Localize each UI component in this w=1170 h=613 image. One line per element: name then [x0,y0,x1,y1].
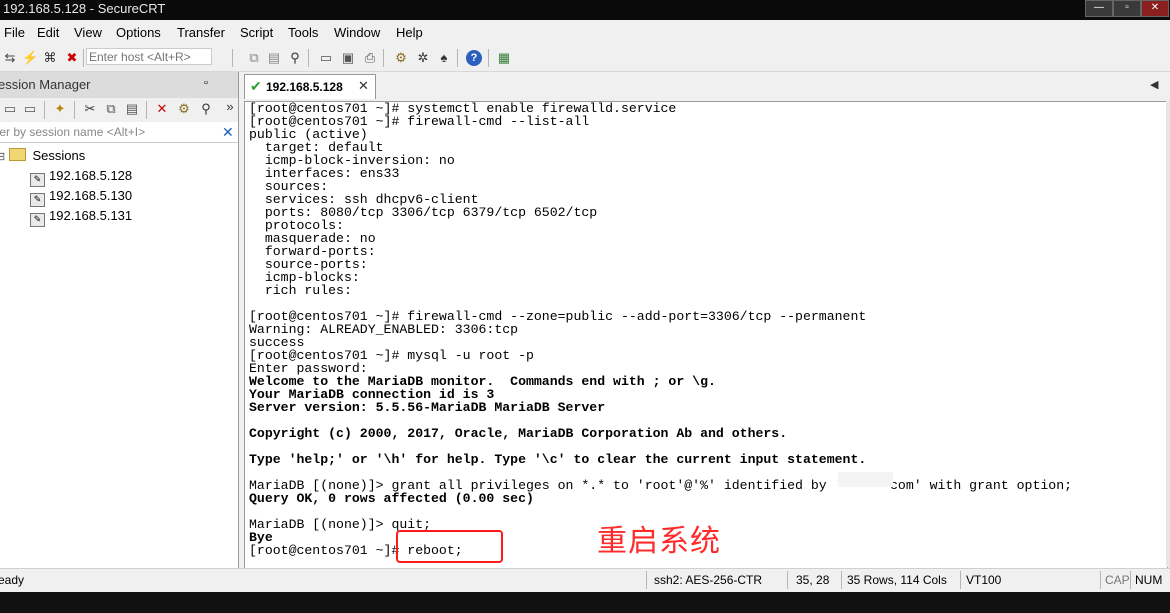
session-manager-header: ession Manager ▫ [0,72,238,99]
window-title: 192.168.5.128 - SecureCRT [3,1,166,16]
maximize-button[interactable]: ▫ [1113,0,1141,17]
terminal-line: Copyright (c) 2000, 2017, Oracle, MariaD… [249,426,788,441]
main-toolbar: ⇆ ⚡ ⌘ ✖ ⧉ ▤ ⚲ ▭ ▣ ⎙ ⚙ ✲ ♠ ? ▦ [0,45,1170,72]
disconnect-icon[interactable]: ✖ [64,50,80,66]
sm-find-icon[interactable]: ⚲ [198,101,214,117]
session-icon: ✎ [30,213,45,227]
terminal-line: Type 'help;' or '\h' for help. Type '\c'… [249,452,867,467]
redacted-password-area [838,472,893,487]
reboot-highlight-box [396,530,503,563]
terminal-line: rich rules: [249,283,352,298]
status-terminal-size: 35 Rows, 114 Cols [847,573,947,587]
sessions-folder-label: Sessions [32,148,86,163]
terminal-line: Server version: 5.5.56-MariaDB MariaDB S… [249,400,606,415]
connected-check-icon: ✔ [250,78,262,94]
sm-new-session-icon[interactable]: ✦ [52,101,68,117]
print-selection-icon[interactable]: ▣ [340,50,356,66]
menu-script[interactable]: Script [240,25,273,40]
session-item[interactable]: ✎ 192.168.5.130 [30,188,132,207]
minimize-button[interactable]: — [1085,0,1113,17]
terminal-line: [root@centos701 ~]# firewall-cmd --list-… [249,114,590,129]
terminal-line: source-ports: [249,257,368,272]
copy-icon[interactable]: ⧉ [246,50,262,66]
tree-sessions-root[interactable]: ⊟ Sessions [0,148,85,163]
status-caps-lock: CAP [1105,573,1130,587]
taskbar [0,592,1170,613]
cut-icon[interactable]: ✂ [82,101,98,117]
session-manager-toolbar: ▭ ▭ ✦ ✂ ⧉ ▤ ✕ ⚙ ⚲ » [0,98,238,122]
terminal-line: Query OK, 0 rows affected (0.00 sec) [249,491,534,506]
global-options-icon[interactable]: ✲ [415,50,431,66]
status-cursor-position: 35, 28 [796,573,830,587]
menu-bar: File Edit View Options Transfer Script T… [0,22,1170,44]
session-manager-panel: ession Manager ▫ ▭ ▭ ✦ ✂ ⧉ ▤ ✕ ⚙ ⚲ » ter… [0,72,239,568]
sm-connect-tab-icon[interactable]: ▭ [22,101,38,117]
title-bar: 192.168.5.128 - SecureCRT — ▫ ✕ [0,0,1170,20]
session-filter[interactable]: ter by session name <Alt+I> ✕ [0,124,238,143]
tab-scroll-left-icon[interactable]: ◀ [1150,78,1158,91]
session-icon: ✎ [30,173,45,187]
terminal-view[interactable]: [root@centos701 ~]# systemctl enable fir… [244,101,1168,569]
find-icon[interactable]: ⚲ [287,50,303,66]
terminal-line: [root@centos701 ~]# mysql -u root -p [249,348,534,363]
host-input[interactable] [86,48,212,65]
paste-icon[interactable]: ▤ [266,50,282,66]
terminal-line: forward-ports: [249,244,376,259]
status-bar: eady ssh2: AES-256-CTR 35, 28 35 Rows, 1… [0,568,1170,592]
close-tab-icon[interactable]: ✕ [358,78,369,94]
terminal-line: ports: 8080/tcp 3306/tcp 6379/tcp 6502/t… [249,205,598,220]
quick-connect-icon[interactable]: ⚡ [22,50,38,66]
menu-view[interactable]: View [74,25,102,40]
menu-edit[interactable]: Edit [37,25,59,40]
tab-label: 192.168.5.128 [266,80,343,94]
status-cipher: ssh2: AES-256-CTR [654,573,763,587]
close-window-button[interactable]: ✕ [1141,0,1169,17]
sm-connect-icon[interactable]: ▭ [2,101,18,117]
session-filter-input[interactable]: ter by session name <Alt+I> [0,125,145,139]
terminal-line: icmp-blocks: [249,270,360,285]
session-item-label: 192.168.5.130 [49,188,133,203]
status-num-lock: NUM [1135,573,1163,587]
keymap-icon[interactable]: ♠ [436,50,452,66]
terminal-scrollbar[interactable] [1166,101,1170,567]
sftp-icon[interactable]: ▦ [496,50,512,66]
sm-copy-icon[interactable]: ⧉ [103,101,119,117]
session-item[interactable]: ✎ 192.168.5.128 [30,168,132,187]
sm-paste-icon[interactable]: ▤ [124,101,140,117]
status-ready: eady [0,573,25,587]
clear-filter-icon[interactable]: ✕ [222,124,234,141]
menu-tools[interactable]: Tools [288,25,318,40]
menu-options[interactable]: Options [116,25,161,40]
help-icon[interactable]: ? [466,50,482,66]
session-item[interactable]: ✎ 192.168.5.131 [30,208,132,227]
folder-icon [8,148,26,161]
sm-properties-icon[interactable]: ⚙ [176,101,192,117]
connect-icon[interactable]: ⇆ [2,50,18,66]
pin-icon[interactable]: ▫ [204,77,208,89]
terminal-line: Warning: ALREADY_ENABLED: 3306:tcp [249,322,519,337]
session-item-label: 192.168.5.128 [49,168,133,183]
session-manager-title: ession Manager [0,77,91,92]
menu-file[interactable]: File [4,25,25,40]
print-screen-icon[interactable]: ▭ [318,50,334,66]
status-emulation: VT100 [966,573,1002,587]
sm-more-icon[interactable]: » [222,99,238,115]
tab-bar: ✔ 192.168.5.128 ✕ ◀ [242,72,1170,101]
session-icon: ✎ [30,193,45,207]
tab-session-192-168-5-128[interactable]: ✔ 192.168.5.128 ✕ [244,74,376,99]
reboot-annotation: 重启系统 [597,524,721,559]
connect-tab-icon[interactable]: ⌘ [42,50,58,66]
delete-icon[interactable]: ✕ [154,101,170,117]
menu-transfer[interactable]: Transfer [177,25,225,40]
session-item-label: 192.168.5.131 [49,208,133,223]
terminal-line: interfaces: ens33 [249,166,400,181]
collapse-icon[interactable]: ⊟ [0,151,5,163]
menu-window[interactable]: Window [334,25,380,40]
terminal-output: [root@centos701 ~]# systemctl enable fir… [249,102,1072,557]
session-options-icon[interactable]: ⚙ [393,50,409,66]
menu-help[interactable]: Help [396,25,423,40]
print-icon[interactable]: ⎙ [362,50,378,66]
